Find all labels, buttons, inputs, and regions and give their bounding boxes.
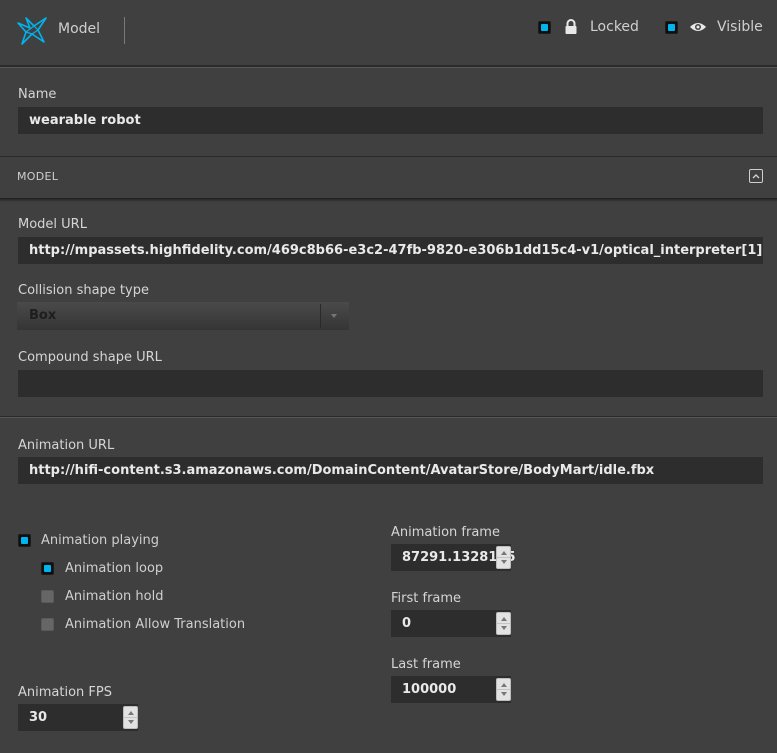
spinner-down-icon[interactable]: [501, 626, 507, 630]
collision-shape-value: Box: [29, 308, 57, 323]
select-divider: [320, 304, 321, 328]
header-separator: [0, 66, 777, 68]
spinner-up-icon[interactable]: [128, 711, 134, 715]
animation-translation-label[interactable]: Animation Allow Translation: [65, 617, 245, 632]
last-frame-spinner[interactable]: [496, 678, 511, 701]
eye-icon: [690, 23, 706, 31]
name-label: Name: [18, 87, 57, 102]
section-title: MODEL: [17, 170, 59, 183]
spinner-up-icon[interactable]: [501, 617, 507, 621]
properties-header: [0, 0, 777, 66]
model-url-label: Model URL: [18, 217, 87, 232]
first-frame-spinner[interactable]: [496, 612, 511, 635]
entity-type-label: Model: [58, 21, 101, 37]
visible-label[interactable]: Visible: [717, 19, 763, 35]
animation-frame-label: Animation frame: [391, 525, 500, 540]
spinner-up-icon[interactable]: [501, 551, 507, 555]
locked-checkbox[interactable]: [538, 21, 551, 34]
animation-fps-label: Animation FPS: [18, 685, 112, 700]
animation-frame-spinner[interactable]: [496, 546, 511, 569]
chevron-down-icon[interactable]: [331, 314, 337, 318]
visible-checkbox[interactable]: [665, 21, 678, 34]
animation-loop-checkbox[interactable]: [41, 562, 54, 575]
section-shadow: [0, 198, 777, 202]
spinner-up-icon[interactable]: [501, 683, 507, 687]
first-frame-input[interactable]: 0: [391, 610, 511, 637]
last-frame-input[interactable]: 100000: [391, 676, 511, 703]
last-frame-label: Last frame: [391, 657, 461, 672]
header-divider: [124, 17, 125, 44]
spinner-down-icon[interactable]: [501, 692, 507, 696]
spinner-down-icon[interactable]: [501, 560, 507, 564]
animation-hold-label[interactable]: Animation hold: [65, 589, 163, 604]
animation-playing-checkbox[interactable]: [18, 534, 31, 547]
animation-playing-label[interactable]: Animation playing: [41, 533, 159, 548]
collision-shape-label: Collision shape type: [18, 283, 149, 298]
animation-url-label: Animation URL: [18, 438, 115, 453]
collision-shape-select[interactable]: [17, 302, 349, 330]
animation-fps-input[interactable]: 30: [18, 704, 138, 731]
collapse-icon[interactable]: [749, 169, 763, 183]
animation-hold-checkbox[interactable]: [41, 590, 54, 603]
model-url-input[interactable]: http://mpassets.highfidelity.com/469c8b6…: [18, 237, 763, 264]
animation-separator: [0, 416, 777, 418]
hifi-logo-icon: [17, 17, 47, 45]
locked-label[interactable]: Locked: [590, 19, 639, 35]
first-frame-label: First frame: [391, 591, 462, 606]
animation-url-input[interactable]: http://hifi-content.s3.amazonaws.com/Dom…: [18, 457, 763, 484]
model-section-header[interactable]: [0, 156, 777, 198]
animation-frame-input[interactable]: 87291.1328125: [391, 544, 515, 571]
compound-shape-label: Compound shape URL: [18, 350, 162, 365]
animation-fps-spinner[interactable]: [123, 706, 138, 729]
compound-shape-input[interactable]: [18, 370, 763, 397]
animation-loop-label[interactable]: Animation loop: [65, 561, 163, 576]
spinner-down-icon[interactable]: [128, 720, 134, 724]
lock-icon: [565, 19, 577, 34]
animation-translation-checkbox[interactable]: [41, 618, 54, 631]
name-input[interactable]: wearable robot: [18, 107, 763, 134]
